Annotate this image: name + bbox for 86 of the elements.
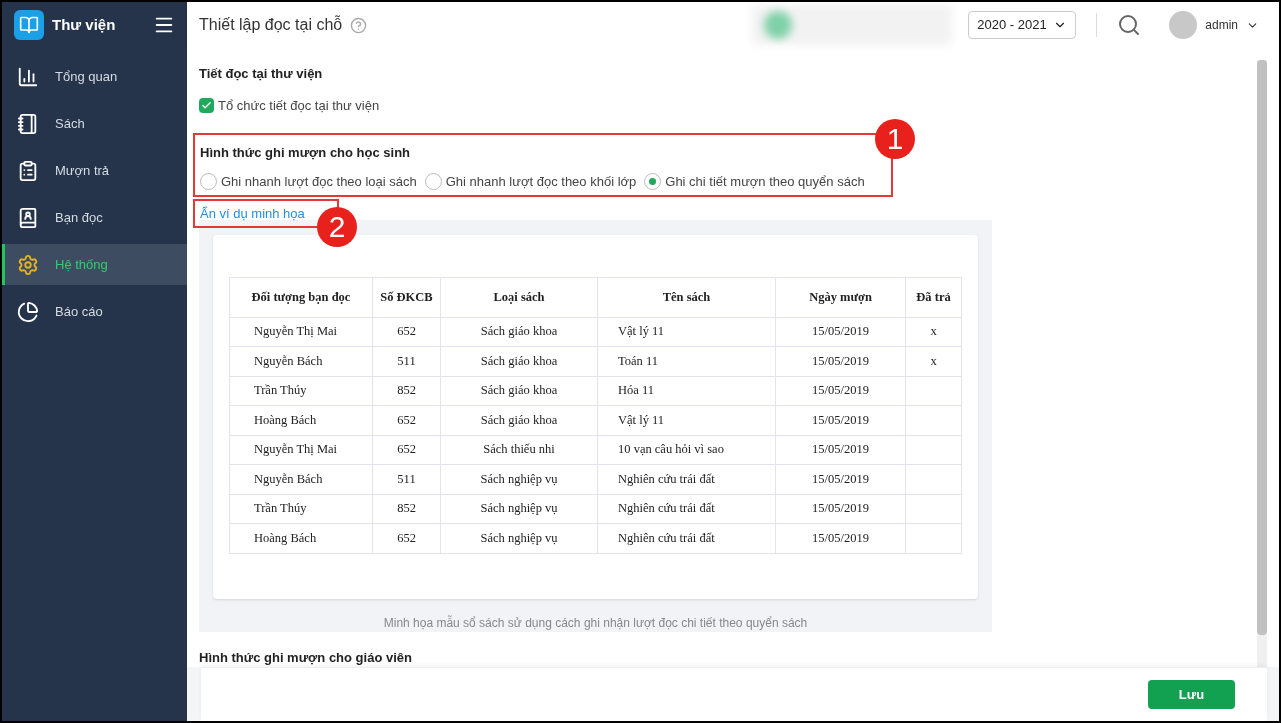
table-cell: x bbox=[905, 317, 962, 347]
help-icon bbox=[350, 16, 368, 34]
radio-option[interactable]: Ghi chi tiết mượn theo quyển sách bbox=[644, 171, 865, 191]
column-header: Tên sách bbox=[597, 277, 776, 317]
sidebar-item[interactable]: Sách bbox=[2, 103, 187, 144]
table-cell bbox=[905, 376, 962, 406]
hide-example-link[interactable]: Ẩn ví dụ minh họa bbox=[200, 203, 305, 223]
organize-checkbox[interactable]: Tổ chức tiết đọc tại thư viện bbox=[199, 95, 1245, 115]
table-cell: 10 vạn câu hỏi vì sao bbox=[597, 435, 776, 465]
table-cell: Sách giáo khoa bbox=[440, 405, 598, 435]
book-icon bbox=[17, 112, 39, 135]
table-cell bbox=[905, 435, 962, 465]
table-cell: Sách nghiệp vụ bbox=[440, 523, 598, 553]
table-cell: Hoàng Bách bbox=[229, 523, 373, 553]
checkbox[interactable] bbox=[199, 97, 214, 113]
table-cell: Nghiên cứu trái đất bbox=[597, 494, 776, 524]
annotation-marker: 1 bbox=[875, 119, 915, 159]
table-cell: Sách giáo khoa bbox=[440, 346, 598, 376]
table-cell bbox=[905, 494, 962, 524]
table-cell: Vật lý 11 bbox=[597, 405, 776, 435]
logo-icon bbox=[14, 10, 44, 40]
table-cell: Hóa 11 bbox=[597, 376, 776, 406]
table-cell: Nguyễn Bách bbox=[229, 464, 373, 494]
table-cell: Nghiên cứu trái đất bbox=[597, 523, 776, 553]
example-caption: Minh họa mẫu sổ sách sử dụng cách ghi nhận lượt đọc chi tiết theo quyển sách bbox=[382, 614, 809, 632]
table-cell: 15/05/2019 bbox=[775, 346, 906, 376]
bar-chart-icon bbox=[17, 65, 39, 88]
table-cell: Hoàng Bách bbox=[229, 405, 373, 435]
table-cell: Sách giáo khoa bbox=[440, 317, 598, 347]
table-cell: Toán 11 bbox=[597, 346, 776, 376]
radio-option[interactable]: Ghi nhanh lượt đọc theo khối lớp bbox=[424, 171, 637, 191]
sidebar-item[interactable]: Mượn trả bbox=[2, 150, 187, 191]
pie-chart-icon bbox=[17, 300, 39, 323]
clipboard-icon bbox=[17, 159, 39, 182]
table-cell bbox=[905, 464, 962, 494]
table-cell: 852 bbox=[372, 494, 441, 524]
table-cell: Sách giáo khoa bbox=[440, 376, 598, 406]
table-cell: Sách thiếu nhi bbox=[440, 435, 598, 465]
table-cell: 852 bbox=[372, 376, 441, 406]
table-cell: Trần Thúy bbox=[229, 494, 373, 524]
table-cell: Sách nghiệp vụ bbox=[440, 464, 598, 494]
table-cell: 15/05/2019 bbox=[775, 376, 906, 406]
table-cell: x bbox=[905, 346, 962, 376]
table-cell: Nguyễn Thị Mai bbox=[229, 435, 373, 465]
section-title: Hình thức ghi mượn cho học sinh bbox=[200, 144, 412, 162]
sidebar-item[interactable]: Tổng quan bbox=[2, 56, 187, 97]
table-cell: 511 bbox=[372, 346, 441, 376]
app-title: Thư viện bbox=[52, 14, 116, 35]
column-header: Loại sách bbox=[440, 277, 598, 317]
table-cell: 511 bbox=[372, 464, 441, 494]
table-cell bbox=[905, 405, 962, 435]
check-icon bbox=[201, 99, 212, 111]
radio-option[interactable]: Ghi nhanh lượt đọc theo loại sách bbox=[200, 171, 417, 191]
table-cell: 15/05/2019 bbox=[775, 523, 906, 553]
table-cell: 652 bbox=[372, 405, 441, 435]
table-cell: Nghiên cứu trái đất bbox=[597, 464, 776, 494]
column-header: Đối tượng bạn đọc bbox=[229, 277, 373, 317]
table-cell: Vật lý 11 bbox=[597, 317, 776, 347]
table-cell: 652 bbox=[372, 317, 441, 347]
column-header: Số ĐKCB bbox=[372, 277, 441, 317]
settings-icon bbox=[17, 253, 39, 276]
section-title: Hình thức ghi mượn cho giáo viên bbox=[199, 648, 413, 667]
table-cell: 15/05/2019 bbox=[775, 405, 906, 435]
table-cell: 15/05/2019 bbox=[775, 317, 906, 347]
year-select[interactable]: 2020 - 2021 bbox=[968, 11, 1077, 39]
section-title: Tiết đọc tại thư viện bbox=[199, 65, 324, 83]
table-cell bbox=[905, 523, 962, 553]
annotation-marker: 2 bbox=[317, 207, 357, 247]
column-header: Đã trả bbox=[905, 277, 962, 317]
table-cell: 652 bbox=[372, 435, 441, 465]
sidebar-item[interactable]: Bạn đọc bbox=[2, 197, 187, 238]
table-cell: Nguyễn Bách bbox=[229, 346, 373, 376]
user-menu[interactable]: admin bbox=[1205, 16, 1259, 34]
table-cell: 15/05/2019 bbox=[775, 435, 906, 465]
table-cell: Nguyễn Thị Mai bbox=[229, 317, 373, 347]
table-cell: 15/05/2019 bbox=[775, 464, 906, 494]
column-header: Ngày mượn bbox=[775, 277, 906, 317]
page-title: Thiết lập đọc tại chỗ bbox=[199, 14, 343, 35]
table-cell: 652 bbox=[372, 523, 441, 553]
table-cell: 15/05/2019 bbox=[775, 494, 906, 524]
avatar-icon bbox=[1169, 11, 1198, 39]
sidebar-item[interactable]: Hệ thống bbox=[2, 244, 187, 285]
table-cell: Trần Thúy bbox=[229, 376, 373, 406]
reader-icon bbox=[17, 206, 39, 229]
table-cell: Sách nghiệp vụ bbox=[440, 494, 598, 524]
sidebar-item[interactable]: Báo cáo bbox=[2, 291, 187, 332]
